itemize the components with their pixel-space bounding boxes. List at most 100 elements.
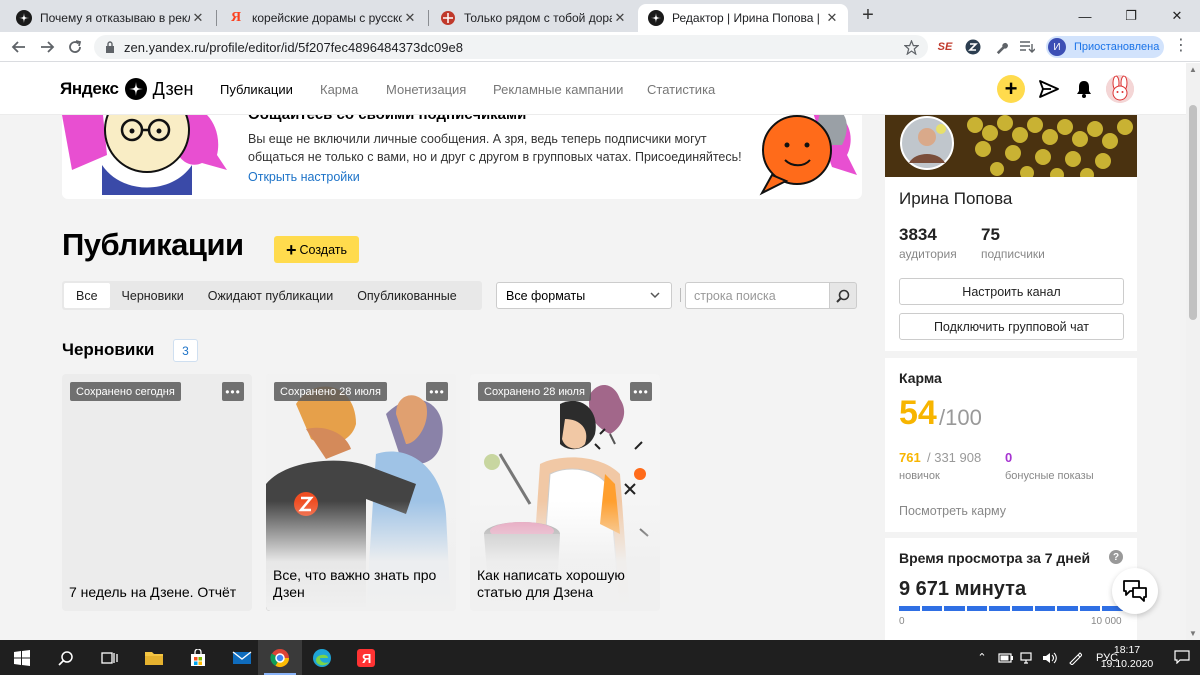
create-plus-button[interactable]: + xyxy=(997,75,1025,103)
browser-tab-4-active[interactable]: Редактор | Ирина Попова | Янде ✕ xyxy=(638,4,848,32)
browser-menu-icon[interactable]: ⋮ xyxy=(1172,38,1190,56)
search-input[interactable] xyxy=(685,282,830,309)
watch-time-max: 10 000 xyxy=(1091,616,1122,627)
connect-group-chat-button[interactable]: Подключить групповой чат xyxy=(899,313,1124,340)
taskbar-clock[interactable]: 18:17 19.10.2020 xyxy=(1094,643,1160,671)
tab-pending[interactable]: Ожидают публикации xyxy=(196,283,345,308)
karma-max: /100 xyxy=(939,405,982,430)
reload-button[interactable] xyxy=(64,36,86,58)
forward-button[interactable] xyxy=(36,36,58,58)
subscribers-label: подписчики xyxy=(981,247,1045,261)
audience-value: 3834 xyxy=(899,225,937,244)
more-icon[interactable]: ••• xyxy=(222,382,244,401)
open-settings-link[interactable]: Открыть настройки xyxy=(248,170,360,184)
edge-icon[interactable] xyxy=(300,640,344,675)
drafts-count-badge[interactable]: 3 xyxy=(173,339,198,362)
format-select[interactable]: Все форматы xyxy=(496,282,672,309)
progress-segment xyxy=(966,606,988,611)
tab-all[interactable]: Все xyxy=(64,283,110,308)
channel-name[interactable]: Ирина Попова xyxy=(899,189,1012,209)
reading-list-icon[interactable] xyxy=(1018,38,1036,56)
draft-card[interactable]: Сохранено сегодня ••• 7 недель на Дзене.… xyxy=(62,374,252,611)
reload-icon xyxy=(69,40,82,53)
battery-icon[interactable] xyxy=(998,652,1014,664)
karma-bonus: 0 xyxy=(1005,450,1013,465)
watch-time-title: Время просмотра за 7 дней xyxy=(899,550,1091,566)
more-icon[interactable]: ••• xyxy=(630,382,652,401)
nav-ad-campaigns[interactable]: Рекламные кампании xyxy=(493,82,623,97)
search-button[interactable] xyxy=(829,282,857,309)
speaker-icon[interactable] xyxy=(1042,652,1058,664)
window-close-button[interactable]: ✕ xyxy=(1154,0,1200,32)
create-button[interactable]: + Создать xyxy=(274,236,359,263)
chat-illustration-right-icon xyxy=(759,115,857,196)
watch-time-card: Время просмотра за 7 дней ? 9 671 минута… xyxy=(885,538,1137,640)
scroll-down-icon[interactable]: ▼ xyxy=(1188,629,1198,638)
url-bar[interactable]: zen.yandex.ru/profile/editor/id/5f207fec… xyxy=(94,35,928,59)
back-button[interactable] xyxy=(8,36,30,58)
minimize-button[interactable]: — xyxy=(1062,0,1108,32)
chevron-down-icon xyxy=(650,292,660,299)
browser-tab-3[interactable]: Только рядом с тобой дорама 2 ✕ xyxy=(430,4,636,32)
draft-card[interactable]: Сохранено 28 июля ••• Как написать хорош… xyxy=(470,374,660,611)
arrow-right-icon xyxy=(41,41,55,53)
scroll-up-icon[interactable]: ▲ xyxy=(1188,65,1198,74)
zen-header: Яндекс Дзен Публикации Карма Монетизация… xyxy=(0,63,1186,115)
bookmark-star-icon[interactable] xyxy=(902,38,920,56)
progress-segment xyxy=(989,606,1010,611)
logo-zen-text: Дзен xyxy=(152,78,194,99)
store-icon[interactable] xyxy=(176,640,220,675)
yandex-browser-icon[interactable]: Я xyxy=(344,640,388,675)
help-icon[interactable]: ? xyxy=(1109,550,1123,564)
file-explorer-icon[interactable] xyxy=(132,640,176,675)
nav-statistics[interactable]: Статистика xyxy=(647,82,715,97)
profile-paused-button[interactable]: И Приостановлена xyxy=(1046,36,1164,58)
wrench-extension-icon[interactable] xyxy=(992,38,1010,56)
tab-drafts[interactable]: Черновики xyxy=(110,283,196,308)
setup-channel-button[interactable]: Настроить канал xyxy=(899,278,1124,305)
chevron-up-icon[interactable]: ⌃ xyxy=(974,651,990,664)
bell-icon[interactable] xyxy=(1070,75,1098,103)
svg-text:Я: Я xyxy=(362,651,371,666)
tab-divider xyxy=(428,10,429,26)
zen-logo[interactable]: Яндекс Дзен xyxy=(60,78,193,100)
draft-card[interactable]: Сохранено 28 июля ••• Все, что важно зна… xyxy=(266,374,456,611)
page-scrollbar[interactable]: ▲ ▼ xyxy=(1186,63,1200,640)
saved-badge: Сохранено сегодня xyxy=(70,382,181,401)
tab-published[interactable]: Опубликованные xyxy=(345,283,469,308)
banner-text: Вы еще не включили личные сообщения. А з… xyxy=(248,132,742,164)
notifications-icon[interactable] xyxy=(1172,644,1192,670)
new-tab-button[interactable]: + xyxy=(858,5,878,26)
close-icon[interactable]: ✕ xyxy=(190,10,206,26)
task-view-icon[interactable] xyxy=(88,640,132,675)
support-chat-button[interactable] xyxy=(1112,568,1158,614)
karma-rank-total: / 331 908 xyxy=(927,450,982,465)
seo-extension-icon[interactable]: SE xyxy=(936,38,954,56)
nav-monetization[interactable]: Монетизация xyxy=(386,82,466,97)
channel-cover xyxy=(885,115,1137,177)
z-extension-icon[interactable] xyxy=(964,38,982,56)
send-icon[interactable] xyxy=(1035,75,1063,103)
user-avatar[interactable] xyxy=(1106,75,1134,103)
close-icon[interactable]: ✕ xyxy=(402,10,418,26)
more-icon[interactable]: ••• xyxy=(426,382,448,401)
windows-start-icon[interactable] xyxy=(0,640,44,675)
chrome-icon[interactable] xyxy=(258,640,302,675)
close-icon[interactable]: ✕ xyxy=(612,10,628,26)
progress-segment xyxy=(1011,606,1033,611)
address-toolbar: zen.yandex.ru/profile/editor/id/5f207fec… xyxy=(0,32,1200,62)
browser-tab-1[interactable]: Почему я отказываю в рекламе ✕ xyxy=(6,4,214,32)
watch-time-min: 0 xyxy=(899,616,905,627)
view-karma-link[interactable]: Посмотреть карму xyxy=(899,504,1006,518)
nav-karma[interactable]: Карма xyxy=(320,82,358,97)
restore-button[interactable]: ❐ xyxy=(1108,0,1154,32)
close-icon[interactable]: ✕ xyxy=(824,10,840,26)
pen-icon[interactable] xyxy=(1068,651,1082,665)
network-icon[interactable] xyxy=(1020,651,1036,664)
nav-publications[interactable]: Публикации xyxy=(220,82,293,97)
divider xyxy=(680,288,681,302)
browser-tab-2[interactable]: Я корейские дорамы с русской оз ✕ xyxy=(218,4,426,32)
scrollbar-thumb[interactable] xyxy=(1189,105,1197,320)
url-text: zen.yandex.ru/profile/editor/id/5f207fec… xyxy=(124,39,463,55)
search-taskbar-icon[interactable] xyxy=(44,640,88,675)
